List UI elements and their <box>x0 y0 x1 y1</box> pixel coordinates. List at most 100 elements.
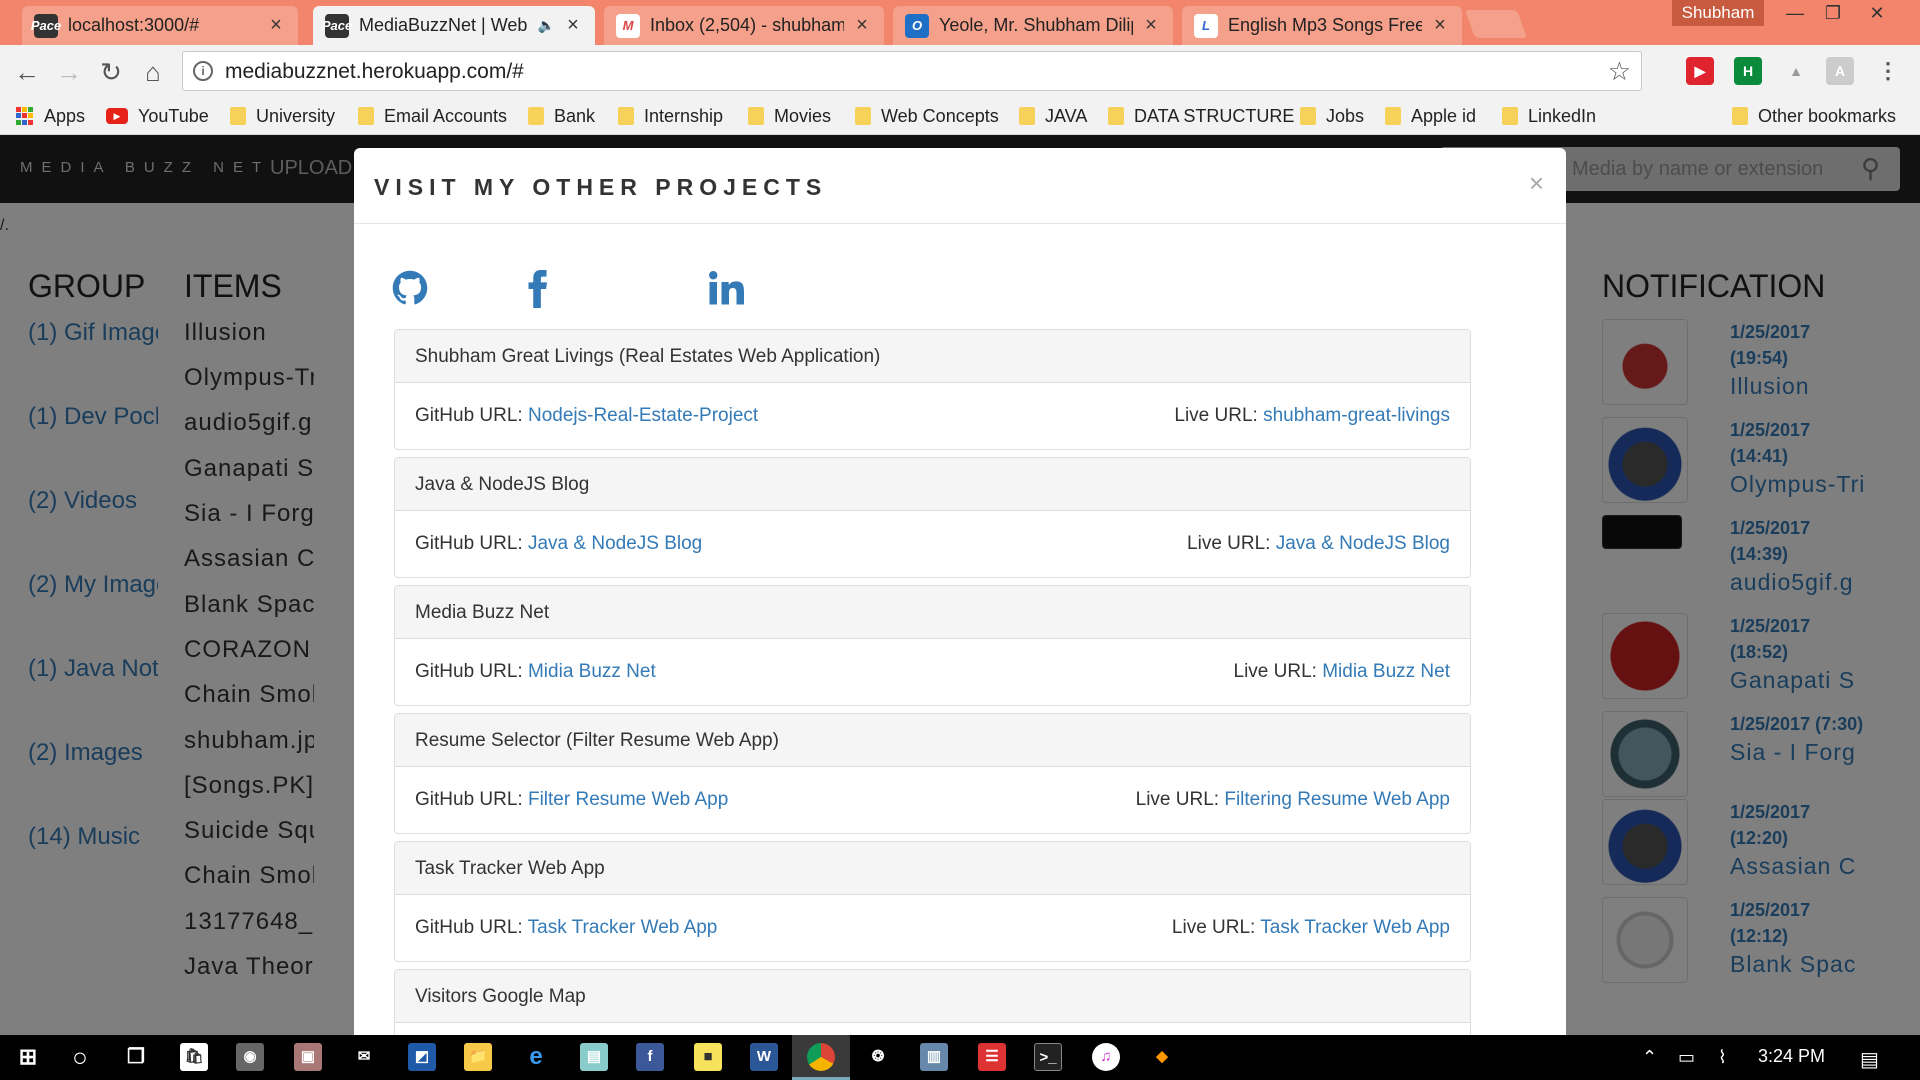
app-taskbar-icon[interactable]: ▥ <box>920 1043 948 1071</box>
info-icon[interactable]: i <box>193 61 213 81</box>
extension-pdf-icon[interactable]: A <box>1826 57 1854 85</box>
folder-icon <box>618 107 634 125</box>
bookmark-movies[interactable]: Movies <box>748 103 831 129</box>
itunes-icon[interactable]: ♫ <box>1092 1043 1120 1071</box>
bookmark-label: Movies <box>774 105 832 126</box>
close-window-icon[interactable]: ✕ <box>1856 0 1898 26</box>
tray-chevron-icon[interactable]: ⌃ <box>1642 1047 1657 1068</box>
tab-gmail-inbox[interactable]: M Inbox (2,504) - shubham × <box>604 6 884 45</box>
github-url: GitHub URL: Task Tracker Web App <box>415 917 717 939</box>
todoist-icon[interactable]: ☰ <box>978 1043 1006 1071</box>
live-link[interactable]: shubham-great-livings <box>1263 405 1450 426</box>
live-link[interactable]: Task Tracker Web App <box>1260 917 1450 938</box>
back-icon[interactable]: ← <box>10 55 44 89</box>
new-tab-button[interactable] <box>1464 10 1528 38</box>
github-icon[interactable] <box>392 270 428 306</box>
home-icon[interactable]: ⌂ <box>136 55 170 89</box>
close-icon[interactable]: × <box>852 14 872 37</box>
sticky-notes-icon[interactable]: ■ <box>694 1043 722 1071</box>
bookmark-internship[interactable]: Internship <box>618 103 723 129</box>
facebook-app-icon[interactable]: f <box>636 1043 664 1071</box>
task-view-icon[interactable]: ❐ <box>122 1043 150 1071</box>
other-bookmarks[interactable]: Other bookmarks <box>1732 103 1896 129</box>
bookmark-email-accounts[interactable]: Email Accounts <box>358 103 507 129</box>
live-prefix: Live URL: <box>1171 917 1256 938</box>
github-link[interactable]: Filter Resume Web App <box>528 789 728 810</box>
github-link[interactable]: Java & NodeJS Blog <box>528 533 702 554</box>
menu-icon[interactable]: ⋮ <box>1874 57 1902 85</box>
bookmark-apps[interactable]: Apps <box>16 103 85 129</box>
project-name: Java & NodeJS Blog <box>395 458 1470 511</box>
folder-icon <box>230 107 246 125</box>
facebook-icon[interactable] <box>526 270 550 308</box>
bookmark-youtube[interactable]: ▶ YouTube <box>106 103 209 129</box>
close-icon[interactable]: × <box>266 14 286 37</box>
edge-icon[interactable]: e <box>522 1043 550 1071</box>
close-icon[interactable]: × <box>1141 14 1161 37</box>
youtube-icon: ▶ <box>106 108 128 124</box>
live-link[interactable]: Filtering Resume Web App <box>1224 789 1450 810</box>
wifi-icon[interactable]: ⌇ <box>1718 1047 1727 1068</box>
reload-icon[interactable]: ↻ <box>94 55 128 89</box>
project-name: Resume Selector (Filter Resume Web App) <box>395 714 1470 767</box>
store-icon[interactable]: 🛍 <box>180 1043 208 1071</box>
app-taskbar-icon[interactable]: ◩ <box>408 1043 436 1071</box>
restore-icon[interactable]: ❐ <box>1812 0 1854 26</box>
address-bar[interactable]: i mediabuzznet.herokuapp.com/# ☆ <box>182 51 1642 91</box>
live-link[interactable]: Midia Buzz Net <box>1322 661 1450 682</box>
linkedin-icon[interactable] <box>708 270 744 306</box>
github-link[interactable]: Nodejs-Real-Estate-Project <box>528 405 758 426</box>
pace-favicon-icon: Pace <box>322 13 352 38</box>
bookmark-linkedin[interactable]: LinkedIn <box>1502 103 1596 129</box>
projects-modal: VISIT MY OTHER PROJECTS × Shubham Great … <box>354 148 1566 1035</box>
bookmark-web-concepts[interactable]: Web Concepts <box>855 103 999 129</box>
live-link[interactable]: Java & NodeJS Blog <box>1276 533 1450 554</box>
app-taskbar-icon[interactable]: ❂ <box>864 1043 892 1071</box>
terminal-icon[interactable]: >_ <box>1034 1043 1062 1071</box>
bookmark-university[interactable]: University <box>230 103 335 129</box>
forward-icon[interactable]: → <box>52 55 86 89</box>
close-icon[interactable]: × <box>563 14 583 37</box>
battery-icon[interactable]: ▭ <box>1678 1047 1695 1068</box>
github-url: GitHub URL: Nodejs-Real-Estate-Project <box>415 405 758 427</box>
extension-green-icon[interactable]: H <box>1734 57 1762 85</box>
mail-icon[interactable]: ✉ <box>350 1043 378 1071</box>
windows-start-icon[interactable]: ⊞ <box>14 1043 42 1071</box>
bookmark-java[interactable]: JAVA <box>1019 103 1087 129</box>
github-link[interactable]: Task Tracker Web App <box>528 917 718 938</box>
tab-mp3-songs[interactable]: L English Mp3 Songs Free × <box>1182 6 1462 45</box>
github-link[interactable]: Midia Buzz Net <box>528 661 656 682</box>
live-prefix: Live URL: <box>1135 789 1220 810</box>
folder-icon <box>1385 107 1401 125</box>
bookmark-star-icon[interactable]: ☆ <box>1608 56 1631 87</box>
app-taskbar-icon[interactable]: ▣ <box>294 1043 322 1071</box>
app-taskbar-icon[interactable]: ◉ <box>236 1043 264 1071</box>
close-icon[interactable]: × <box>1430 14 1450 37</box>
cortana-icon[interactable]: ○ <box>66 1043 94 1071</box>
close-icon[interactable]: × <box>1529 168 1544 199</box>
file-explorer-icon[interactable]: 📁 <box>464 1043 492 1071</box>
tab-title: English Mp3 Songs Free <box>1228 15 1422 35</box>
bookmark-jobs[interactable]: Jobs <box>1300 103 1364 129</box>
word-icon[interactable]: W <box>750 1043 778 1071</box>
system-clock[interactable]: 3:24 PM <box>1758 1046 1825 1067</box>
tab-outlook[interactable]: O Yeole, Mr. Shubham Dilip × <box>893 6 1173 45</box>
bookmark-data-structure[interactable]: DATA STRUCTURE <box>1108 103 1294 129</box>
bookmark-label: JAVA <box>1045 105 1088 126</box>
minimize-icon[interactable]: — <box>1774 0 1816 26</box>
app-taskbar-icon[interactable]: ▤ <box>580 1043 608 1071</box>
extension-drive-icon[interactable]: ▲ <box>1782 57 1810 85</box>
tab-mediabuzznet[interactable]: Pace MediaBuzzNet | Web 🔈 × <box>313 6 595 45</box>
bookmark-bank[interactable]: Bank <box>528 103 595 129</box>
action-center-icon[interactable]: ▤ <box>1860 1047 1879 1072</box>
github-prefix: GitHub URL: <box>415 405 523 426</box>
project-links: GitHub URL: Nodejs-Real-Estate-Project L… <box>395 383 1470 450</box>
live-url: Live URL: Filtering Resume Web App <box>1136 789 1450 811</box>
profile-button[interactable]: Shubham <box>1672 0 1764 26</box>
chrome-icon[interactable] <box>807 1043 835 1071</box>
bookmark-apple-id[interactable]: Apple id <box>1385 103 1476 129</box>
extension-red-icon[interactable]: ▶ <box>1686 57 1714 85</box>
git-icon[interactable]: ◆ <box>1148 1043 1176 1071</box>
speaker-icon[interactable]: 🔈 <box>538 17 555 34</box>
tab-localhost[interactable]: Pace localhost:3000/# × <box>22 6 298 45</box>
